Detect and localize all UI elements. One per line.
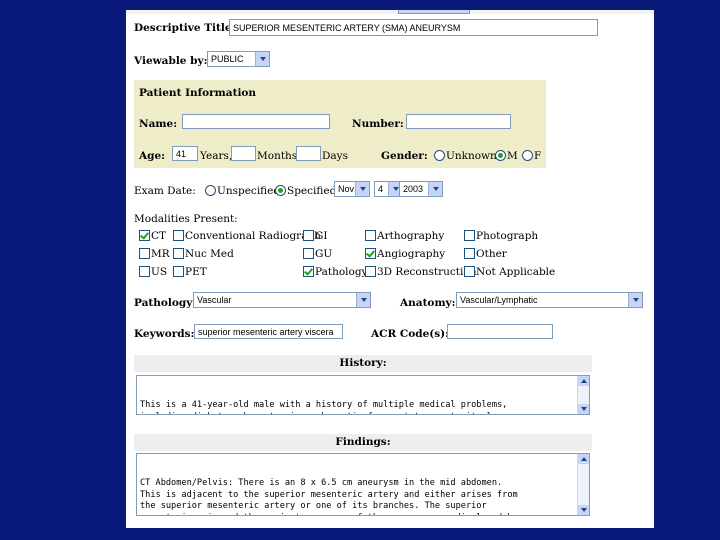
pathology-select[interactable]: Vascular xyxy=(193,292,371,308)
modality-photograph-label: Photograph xyxy=(476,230,539,242)
modality-conventional-radiograph-checkbox[interactable] xyxy=(173,230,184,241)
years-unit: Years, xyxy=(200,150,233,162)
gender-m-label: M xyxy=(507,150,518,162)
modality-us-label: US xyxy=(151,266,168,278)
chevron-down-icon xyxy=(356,293,370,307)
findings-textarea[interactable]: CT Abdomen/Pelvis: There is an 8 x 6.5 c… xyxy=(136,453,590,516)
top-button-fragment[interactable] xyxy=(398,10,470,14)
acr-code-input[interactable] xyxy=(447,324,553,339)
history-header: History: xyxy=(134,355,592,372)
pathology-value: Vascular xyxy=(197,295,232,305)
keywords-label: Keywords: xyxy=(134,328,195,340)
modality-3d-reconstruction-checkbox[interactable] xyxy=(365,266,376,277)
age-years-input[interactable]: 41 xyxy=(172,146,198,161)
modality-mr-label: MR xyxy=(151,248,170,260)
modality-gu-checkbox[interactable] xyxy=(303,248,314,259)
modality-not-applicable-label: Not Applicable xyxy=(476,266,556,278)
name-input[interactable] xyxy=(182,114,330,129)
history-text: This is a 41-year-old male with a histor… xyxy=(140,400,508,414)
modality-arthography-label: Arthography xyxy=(377,230,445,242)
age-days-input[interactable] xyxy=(296,146,321,161)
modality-angiography-checkbox[interactable] xyxy=(365,248,376,259)
modality-ct-checkbox[interactable] xyxy=(139,230,150,241)
modality-nuc-med-label: Nuc Med xyxy=(185,248,234,260)
history-scrollbar[interactable] xyxy=(577,376,589,414)
modality-mr-checkbox[interactable] xyxy=(139,248,150,259)
modality-arthography-checkbox[interactable] xyxy=(365,230,376,241)
viewable-by-select[interactable]: PUBLIC xyxy=(207,51,270,67)
modality-gu-label: GU xyxy=(315,248,333,260)
modality-nuc-med-checkbox[interactable] xyxy=(173,248,184,259)
case-form-panel: Descriptive Title: SUPERIOR MESENTERIC A… xyxy=(126,10,654,528)
modality-pet-label: PET xyxy=(185,266,207,278)
findings-header: Findings: xyxy=(134,434,592,451)
months-unit: Months, xyxy=(257,150,301,162)
viewable-by-value: PUBLIC xyxy=(211,54,244,64)
chevron-down-icon xyxy=(628,293,642,307)
number-input[interactable] xyxy=(406,114,511,129)
patient-information-title: Patient Information xyxy=(139,87,257,99)
modality-gi-label: GI xyxy=(315,230,328,242)
descriptive-title-input[interactable]: SUPERIOR MESENTERIC ARTERY (SMA) ANEURYS… xyxy=(229,19,598,36)
exam-month-value: Nov xyxy=(338,184,355,194)
modality-conventional-radiograph-label: Conventional Radiograph xyxy=(185,230,321,242)
descriptive-title-label: Descriptive Title: xyxy=(134,22,236,34)
number-label: Number: xyxy=(352,118,404,130)
modality-pathology-label: Pathology xyxy=(315,266,368,278)
chevron-down-icon xyxy=(255,52,269,66)
gender-f-radio[interactable] xyxy=(522,150,533,161)
modality-not-applicable-checkbox[interactable] xyxy=(464,266,475,277)
days-unit: Days xyxy=(322,150,348,162)
anatomy-label: Anatomy: xyxy=(400,297,456,309)
exam-date-unspecified-label: Unspecified xyxy=(217,185,281,197)
scroll-down-icon[interactable] xyxy=(578,404,589,414)
exam-day-value: 4 xyxy=(378,184,384,194)
modality-3d-reconstruction-label: 3D Reconstruction xyxy=(377,266,477,278)
age-months-input[interactable] xyxy=(231,146,256,161)
history-textarea[interactable]: This is a 41-year-old male with a histor… xyxy=(136,375,590,415)
scroll-up-icon[interactable] xyxy=(578,376,589,386)
exam-year-select[interactable]: 2003 xyxy=(399,181,443,197)
modality-pathology-checkbox[interactable] xyxy=(303,266,314,277)
scroll-up-icon[interactable] xyxy=(578,454,589,464)
keywords-input[interactable]: superior mesenteric artery viscera xyxy=(194,324,343,339)
modality-other-checkbox[interactable] xyxy=(464,248,475,259)
gender-m-radio[interactable] xyxy=(495,150,506,161)
patient-information-box: Patient Information Name: Number: Age: 4… xyxy=(134,80,546,168)
modalities-label: Modalities Present: xyxy=(134,213,238,225)
anatomy-value: Vascular/Lymphatic xyxy=(460,295,538,305)
pathology-label: Pathology: xyxy=(134,297,197,309)
exam-date-label: Exam Date: xyxy=(134,185,196,197)
modality-angiography-label: Angiography xyxy=(377,248,446,260)
gender-label: Gender: xyxy=(381,150,428,162)
exam-date-specified-radio[interactable] xyxy=(275,185,286,196)
modality-pet-checkbox[interactable] xyxy=(173,266,184,277)
name-label: Name: xyxy=(139,118,178,130)
gender-unknown-radio[interactable] xyxy=(434,150,445,161)
acr-code-label: ACR Code(s): xyxy=(371,328,449,340)
modality-gi-checkbox[interactable] xyxy=(303,230,314,241)
chevron-down-icon xyxy=(355,182,369,196)
gender-f-label: F xyxy=(534,150,542,162)
exam-year-value: 2003 xyxy=(403,184,424,194)
exam-date-specified-label: Specified: xyxy=(287,185,340,197)
findings-scrollbar[interactable] xyxy=(577,454,589,515)
modality-photograph-checkbox[interactable] xyxy=(464,230,475,241)
exam-month-select[interactable]: Nov xyxy=(334,181,370,197)
age-label: Age: xyxy=(139,150,166,162)
chevron-down-icon xyxy=(428,182,442,196)
exam-date-unspecified-radio[interactable] xyxy=(205,185,216,196)
modality-other-label: Other xyxy=(476,248,507,260)
anatomy-select[interactable]: Vascular/Lymphatic xyxy=(456,292,643,308)
gender-unknown-label: Unknown xyxy=(446,150,497,162)
modality-ct-label: CT xyxy=(151,230,167,242)
viewable-by-label: Viewable by: xyxy=(134,55,208,67)
findings-text: CT Abdomen/Pelvis: There is an 8 x 6.5 c… xyxy=(140,478,518,515)
scroll-down-icon[interactable] xyxy=(578,505,589,515)
top-edge-strip xyxy=(126,10,654,14)
modality-us-checkbox[interactable] xyxy=(139,266,150,277)
